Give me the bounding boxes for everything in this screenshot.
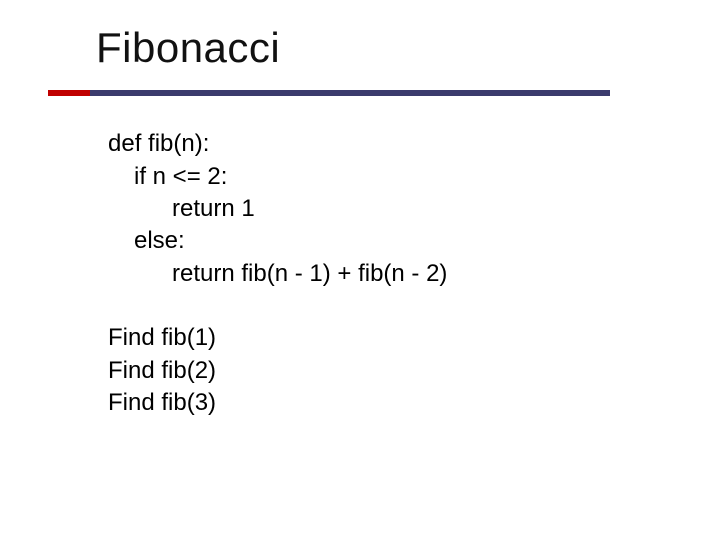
slide: Fibonacci def fib(n): if n <= 2: return … [0,0,720,540]
code-line: return 1 [108,193,672,225]
title-block: Fibonacci [48,24,672,96]
accent-bar-blue [90,90,610,96]
title-underline [48,90,608,96]
call-line: Find fib(1) [108,322,672,354]
code-line: if n <= 2: [108,161,672,193]
code-line: return fib(n - 1) + fib(n - 2) [108,258,672,290]
call-line: Find fib(3) [108,387,672,419]
code-line: def fib(n): [108,128,672,160]
code-line: else: [108,225,672,257]
accent-bar-red [48,90,90,96]
slide-body: def fib(n): if n <= 2: return 1 else: re… [48,114,672,419]
call-line: Find fib(2) [108,355,672,387]
blank-line [108,290,672,322]
slide-title: Fibonacci [48,24,672,72]
